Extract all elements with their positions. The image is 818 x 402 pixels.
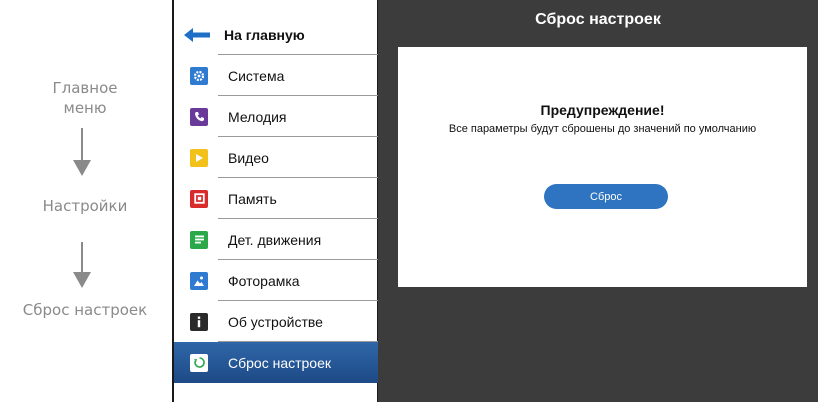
menu-item-label: Память — [228, 190, 277, 207]
menu-item-label: Видео — [228, 149, 269, 166]
settings-menu: На главную Система Мелодия Видео Память … — [172, 0, 378, 402]
menu-item-about-device[interactable]: Об устройстве — [174, 301, 378, 342]
flow-step-main-menu: Главное меню — [0, 78, 170, 118]
page-title: Сброс настроек — [535, 11, 661, 28]
device-screen: На главную Система Мелодия Видео Память … — [172, 0, 818, 402]
back-to-home-button[interactable]: На главную — [174, 14, 378, 55]
menu-item-melody[interactable]: Мелодия — [174, 96, 378, 137]
flow-step-reset: Сброс настроек — [22, 301, 148, 319]
flow-step-main-menu-text: Главное меню — [52, 79, 118, 117]
menu-item-memory[interactable]: Память — [174, 178, 378, 219]
memory-icon — [190, 189, 208, 208]
play-icon — [190, 148, 208, 167]
menu-item-photo-frame[interactable]: Фоторамка — [174, 260, 378, 301]
reset-warning-dialog: Предупреждение! Все параметры будут сбро… — [398, 47, 807, 287]
down-arrow-icon — [73, 128, 91, 176]
menu-item-video[interactable]: Видео — [174, 137, 378, 178]
flow-annotation: Главное меню Настройки Сброс настроек — [0, 0, 170, 402]
photo-icon — [190, 271, 208, 290]
menu-item-label: Сброс настроек — [228, 354, 332, 371]
menu-item-label: Об устройстве — [228, 313, 323, 330]
reset-button[interactable]: Сброс — [544, 184, 668, 209]
warning-message: Все параметры будут сброшены до значений… — [448, 123, 757, 135]
motion-list-icon — [190, 230, 208, 249]
menu-item-motion-detection[interactable]: Дет. движения — [174, 219, 378, 260]
gear-icon — [190, 66, 208, 85]
warning-title: Предупреждение! — [540, 102, 665, 118]
reset-icon — [190, 353, 208, 372]
back-arrow-icon — [184, 26, 210, 44]
menu-item-system[interactable]: Система — [174, 55, 378, 96]
menu-item-label: Система — [228, 67, 285, 84]
info-icon — [190, 312, 208, 331]
flow-step-settings: Настройки — [42, 197, 128, 215]
menu-item-reset-settings[interactable]: Сброс настроек — [174, 342, 378, 383]
down-arrow-icon — [73, 242, 91, 288]
phone-icon — [190, 107, 208, 126]
menu-item-label: Дет. движения — [228, 231, 322, 248]
back-label: На главную — [224, 26, 305, 43]
menu-item-label: Мелодия — [228, 108, 287, 125]
menu-item-label: Фоторамка — [228, 272, 300, 289]
